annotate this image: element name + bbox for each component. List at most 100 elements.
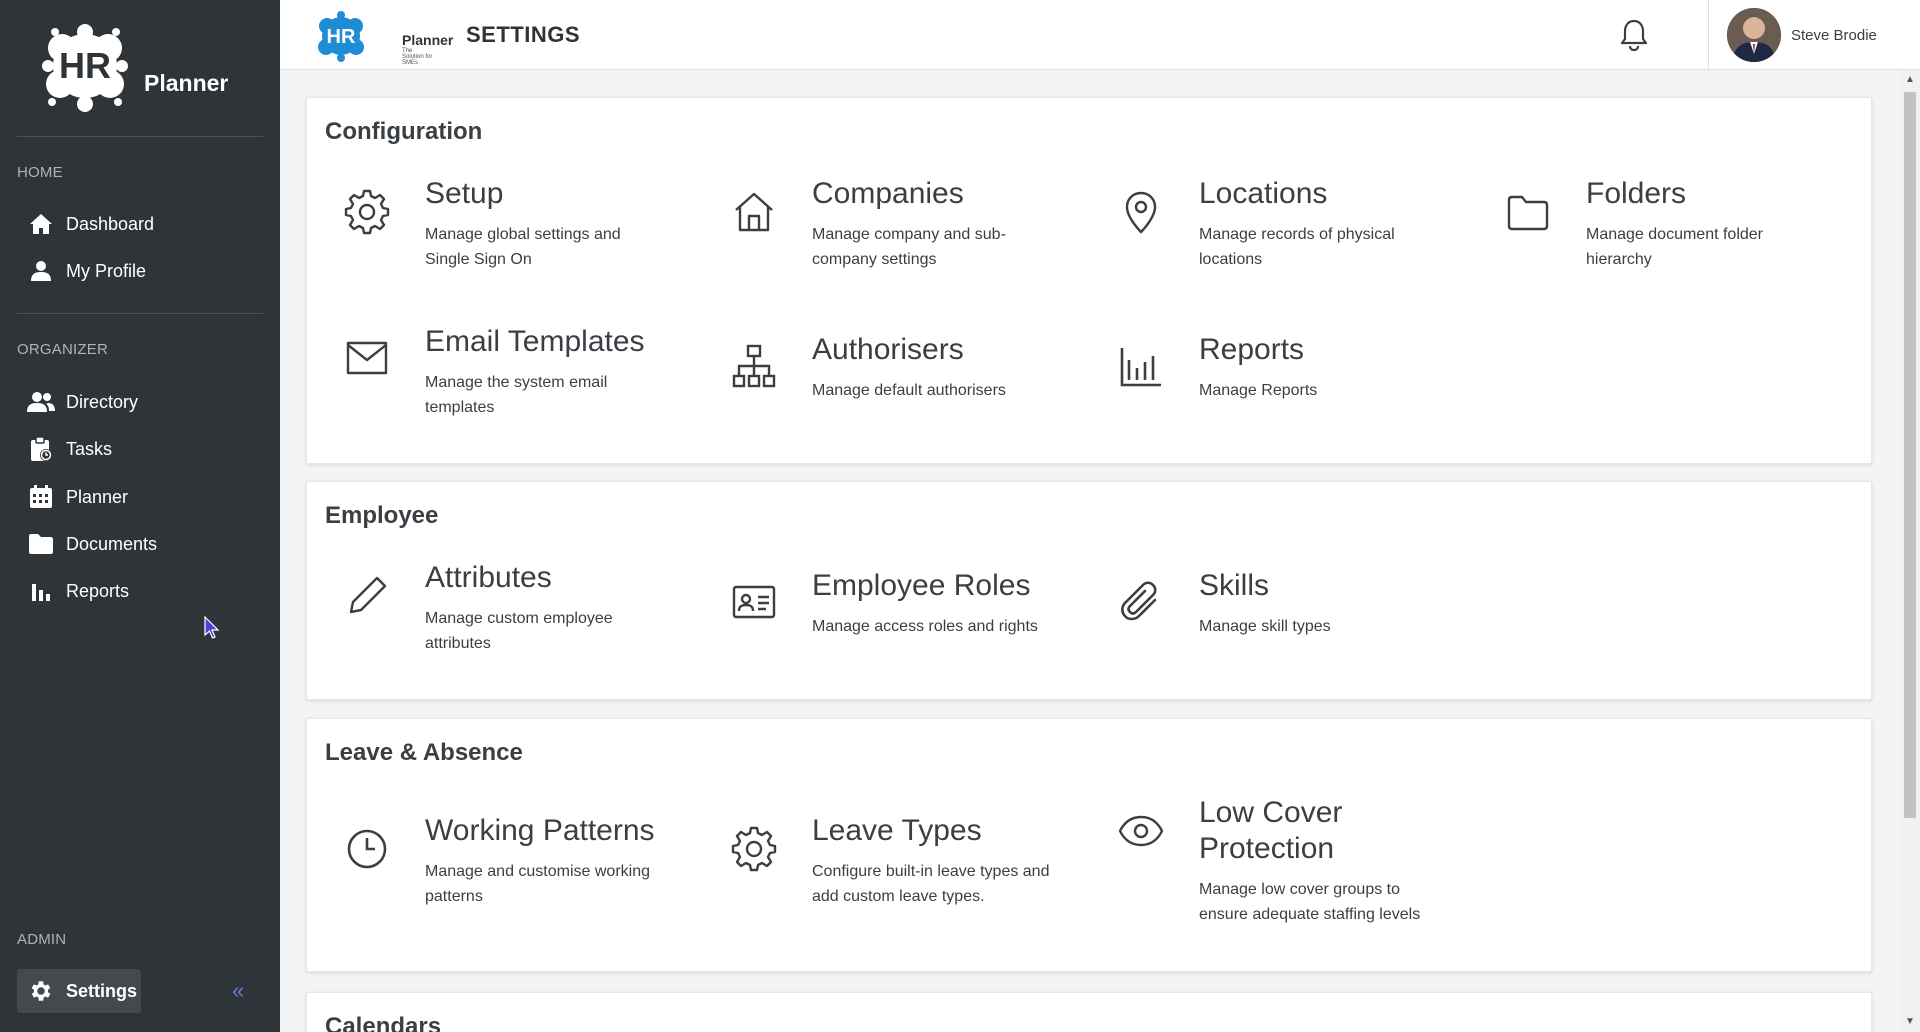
tile-attributes[interactable]: Attributes Manage custom employee attrib… (307, 560, 677, 680)
tile-description: Manage and customise working patterns (425, 863, 651, 905)
tile-description: Manage document folder hierarchy (1586, 226, 1763, 268)
tile-employee-roles[interactable]: Employee Roles Manage access roles and r… (694, 568, 1064, 658)
map-pin-icon (1125, 191, 1157, 234)
section-calendars: Calendars (306, 992, 1872, 1032)
tile-skills[interactable]: Skills Manage skill types (1081, 568, 1451, 658)
tile-name: Low Cover Protection (1199, 796, 1343, 865)
tile-description: Manage default authorisers (812, 382, 1006, 399)
tile-name: Companies (812, 177, 964, 210)
sidebar-item-my-profile[interactable]: My Profile (17, 249, 263, 293)
scroll-down-arrow-icon[interactable]: ▼ (1905, 1016, 1915, 1027)
calendar-icon (27, 483, 55, 511)
logo-cloud-icon: HR (318, 11, 364, 62)
collapse-sidebar-button[interactable]: « (232, 978, 244, 1004)
envelope-icon (346, 341, 388, 375)
tile-setup[interactable]: Setup Manage global settings and Single … (307, 176, 677, 296)
logo-name: Planner (144, 70, 229, 96)
user-menu[interactable]: Steve Brodie (1708, 0, 1920, 70)
clipboard-icon (27, 435, 55, 463)
tile-name: Setup (425, 177, 504, 210)
logo-tagline: The Solution for SMEs (402, 48, 433, 66)
tile-locations[interactable]: Locations Manage records of physical loc… (1081, 176, 1451, 296)
sidebar-item-documents[interactable]: Documents (17, 522, 263, 566)
tile-description: Manage the system email templates (425, 374, 608, 416)
tile-name: Locations (1199, 177, 1328, 210)
logo-letters: HR (327, 26, 356, 48)
avatar (1727, 8, 1781, 62)
sidebar-section-admin: ADMIN (17, 931, 67, 948)
section-configuration: Configuration Setup Manage global settin… (306, 97, 1872, 464)
house-icon (735, 192, 773, 232)
sidebar-item-tasks[interactable]: Tasks (17, 427, 263, 471)
tile-reports[interactable]: Reports Manage Reports (1081, 332, 1451, 422)
sidebar-item-label: Documents (66, 533, 158, 554)
sidebar-item-label: Dashboard (66, 213, 155, 234)
scroll-thumb[interactable] (1904, 92, 1916, 818)
sidebar-item-label: Reports (66, 580, 130, 601)
tile-name: Attributes (425, 561, 552, 594)
users-icon (27, 388, 55, 416)
tile-name: Leave Types (812, 814, 982, 847)
tile-working-patterns[interactable]: Working Patterns Manage and customise wo… (307, 813, 677, 923)
gear-icon (344, 189, 390, 235)
page-title: SETTINGS (466, 22, 581, 47)
section-title: Leave & Absence (325, 739, 523, 766)
tile-description: Manage custom employee attributes (425, 610, 613, 652)
top-logo[interactable]: HR Planner The Solution for SMEs (314, 8, 453, 66)
org-chart-icon (732, 344, 776, 388)
tile-description: Manage records of physical locations (1199, 226, 1395, 268)
mouse-cursor-icon (204, 616, 220, 639)
tile-name: Working Patterns (425, 814, 655, 847)
sidebar-item-label: Settings (66, 980, 138, 1001)
gear-icon (27, 977, 55, 1005)
home-icon (27, 210, 55, 238)
sidebar-item-directory[interactable]: Directory (17, 380, 263, 424)
folder-icon (1507, 195, 1549, 231)
clock-icon (347, 829, 387, 869)
sidebar: HR Planner HOME Dashboard My Profile ORG… (0, 0, 280, 1032)
notifications-bell-icon[interactable] (1618, 18, 1650, 52)
gear-icon (731, 826, 777, 872)
tile-description: Manage low cover groups to ensure adequa… (1199, 881, 1421, 923)
vertical-scrollbar[interactable]: ▲ ▼ (1900, 70, 1920, 1032)
logo-letters: HR (59, 45, 111, 86)
id-card-icon (732, 585, 776, 619)
tile-authorisers[interactable]: Authorisers Manage default authorisers (694, 332, 1064, 422)
tile-folders[interactable]: Folders Manage document folder hierarchy (1468, 176, 1838, 296)
sidebar-item-reports[interactable]: Reports (17, 569, 263, 613)
tile-name: Skills (1199, 569, 1270, 602)
section-leave-absence: Leave & Absence Working Patterns Manage … (306, 718, 1872, 972)
sidebar-divider (17, 313, 263, 314)
tile-description: Manage Reports (1199, 382, 1318, 399)
scroll-up-arrow-icon[interactable]: ▲ (1905, 74, 1915, 85)
tile-description: Manage access roles and rights (812, 618, 1038, 635)
tile-email-templates[interactable]: Email Templates Manage the system email … (307, 324, 677, 444)
tile-leave-types[interactable]: Leave Types Configure built-in leave typ… (694, 813, 1064, 923)
sidebar-item-planner[interactable]: Planner (17, 475, 263, 519)
tile-name: Reports (1199, 333, 1305, 366)
settings-content: Configuration Setup Manage global settin… (280, 70, 1900, 1032)
pencil-icon (349, 576, 387, 614)
sidebar-item-dashboard[interactable]: Dashboard (17, 202, 263, 246)
user-name: Steve Brodie (1791, 26, 1877, 44)
sidebar-divider (17, 136, 263, 137)
folder-icon (27, 530, 55, 558)
sidebar-section-home: HOME (17, 164, 63, 181)
tile-companies[interactable]: Companies Manage company and sub-company… (694, 176, 1064, 296)
sidebar-item-settings[interactable]: Settings (17, 969, 141, 1013)
tile-description: Manage global settings and Single Sign O… (425, 226, 621, 268)
section-employee: Employee Attributes Manage custom employ… (306, 481, 1872, 700)
sidebar-item-label: My Profile (66, 260, 147, 281)
tile-name: Email Templates (425, 325, 645, 358)
tile-name: Authorisers (812, 333, 964, 366)
tile-low-cover-protection[interactable]: Low Cover Protection Manage low cover gr… (1081, 795, 1451, 945)
sidebar-section-organizer: ORGANIZER (17, 341, 108, 358)
tile-name: Folders (1586, 177, 1687, 210)
tile-description: Manage company and sub-company settings (812, 226, 1006, 268)
eye-icon (1118, 815, 1164, 847)
section-title: Calendars (325, 1013, 442, 1032)
hr-planner-logo[interactable]: HR Planner (40, 18, 240, 114)
sidebar-item-label: Directory (66, 391, 139, 412)
tile-name: Employee Roles (812, 569, 1031, 602)
section-title: Employee (325, 502, 439, 529)
